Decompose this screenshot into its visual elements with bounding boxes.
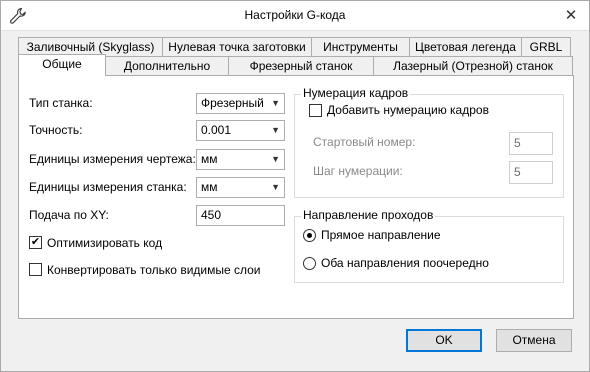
chevron-down-icon: ▼ (271, 98, 280, 108)
cancel-button[interactable]: Отмена (496, 329, 572, 352)
tab-general[interactable]: Общие (18, 54, 106, 76)
general-tab-panel: Тип станка: Фрезерный ▼ Точность: 0.001 … (18, 75, 574, 319)
visible-layers-label: Конвертировать только видимые слои (47, 263, 261, 277)
pass-direction-title: Направление проходов (301, 208, 436, 222)
machine-type-value: Фрезерный (201, 96, 264, 110)
tab-advanced[interactable]: Дополнительно (105, 56, 229, 76)
machine-units-label: Единицы измерения станка: (29, 180, 187, 194)
chevron-down-icon: ▼ (271, 182, 280, 192)
settings-dialog: Настройки G-кода ✕ Заливочный (Skyglass)… (0, 0, 590, 372)
optimize-code-label: Оптимизировать код (47, 236, 163, 250)
tab-color-legend[interactable]: Цветовая легенда (409, 37, 522, 57)
feed-xy-input[interactable]: 450 (196, 205, 285, 226)
optimize-code-checkbox[interactable]: ✔ (29, 236, 42, 249)
machine-units-select[interactable]: мм ▼ (196, 177, 285, 198)
feed-xy-label: Подача по XY: (29, 208, 109, 222)
visible-layers-checkbox[interactable] (29, 263, 42, 276)
frame-numbering-title: Нумерация кадров (301, 86, 411, 100)
tab-workpiece-zero[interactable]: Нулевая точка заготовки (162, 37, 312, 57)
add-numbering-label: Добавить нумерацию кадров (327, 103, 489, 117)
ok-button[interactable]: OK (406, 329, 482, 352)
tab-grbl[interactable]: GRBL (521, 37, 571, 57)
drawing-units-label: Единицы измерения чертежа: (29, 152, 196, 166)
machine-type-label: Тип станка: (29, 96, 93, 110)
close-icon[interactable]: ✕ (563, 8, 579, 24)
machine-units-value: мм (201, 180, 218, 194)
machine-type-select[interactable]: Фрезерный ▼ (196, 93, 285, 114)
precision-label: Точность: (29, 123, 83, 137)
tab-milling-machine[interactable]: Фрезерный станок (228, 56, 374, 76)
start-number-input[interactable]: 5 (509, 132, 553, 155)
step-input[interactable]: 5 (509, 161, 553, 184)
drawing-units-select[interactable]: мм ▼ (196, 149, 285, 170)
both-directions-radio[interactable] (303, 257, 316, 270)
title-bar: Настройки G-кода ✕ (1, 1, 589, 31)
step-label: Шаг нумерации: (313, 164, 403, 178)
forward-direction-radio[interactable] (303, 229, 316, 242)
both-directions-label: Оба направления поочередно (321, 256, 489, 270)
tab-tools[interactable]: Инструменты (311, 37, 410, 57)
chevron-down-icon: ▼ (271, 125, 280, 135)
chevron-down-icon: ▼ (271, 154, 280, 164)
add-numbering-checkbox[interactable] (309, 104, 322, 117)
drawing-units-value: мм (201, 152, 218, 166)
start-number-label: Стартовый номер: (313, 135, 416, 149)
tab-laser-machine[interactable]: Лазерный (Отрезной) станок (373, 56, 573, 76)
precision-select[interactable]: 0.001 ▼ (196, 120, 285, 141)
pass-direction-group (294, 216, 564, 283)
forward-direction-label: Прямое направление (321, 228, 441, 242)
precision-value: 0.001 (201, 123, 232, 137)
window-title: Настройки G-кода (244, 8, 346, 22)
